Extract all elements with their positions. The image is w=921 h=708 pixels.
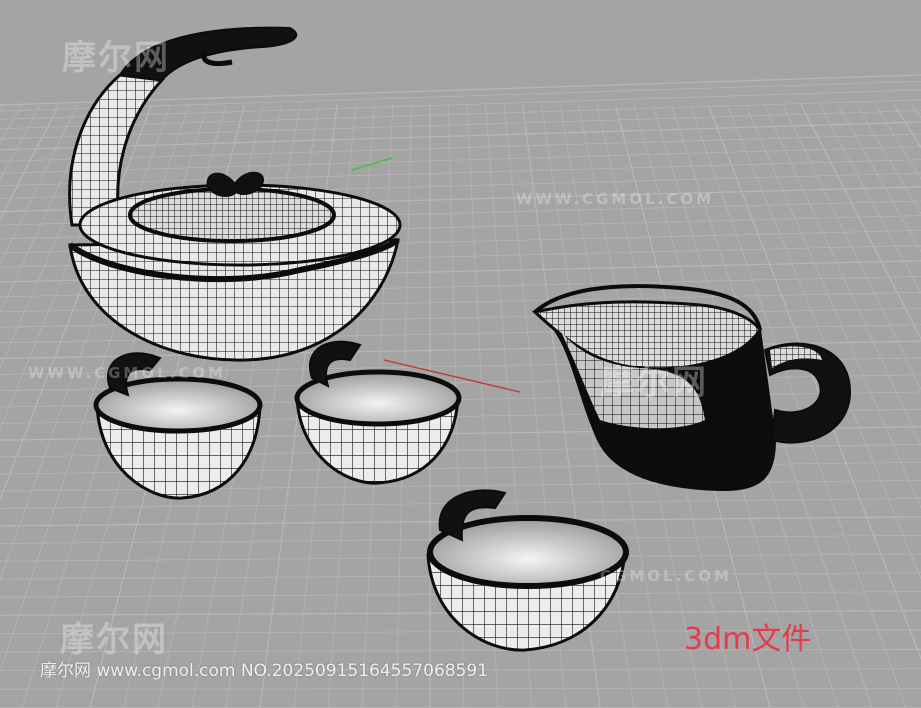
watermark-brand-en: CGMOL.COM — [600, 567, 732, 585]
watermark-brand-en: WWW.CGMOL.COM — [516, 190, 715, 208]
teapot-lid — [128, 187, 336, 243]
file-format-label: 3dm文件 — [684, 622, 812, 657]
viewport-canvas[interactable] — [0, 0, 921, 708]
watermark-brand-cn: 摩尔网 — [62, 38, 170, 78]
watermark-brand-cn: 摩尔网 — [600, 363, 708, 403]
3d-viewport[interactable]: 摩尔网 WWW.CGMOL.COM WWW.CGMOL.COM 摩尔网 CGMO… — [0, 0, 921, 708]
footer-watermark: 摩尔网 www.cgmol.com NO.2025091516455706859… — [40, 661, 489, 681]
watermark-brand-en: WWW.CGMOL.COM — [28, 364, 227, 382]
watermark-brand-cn: 摩尔网 — [60, 620, 168, 660]
